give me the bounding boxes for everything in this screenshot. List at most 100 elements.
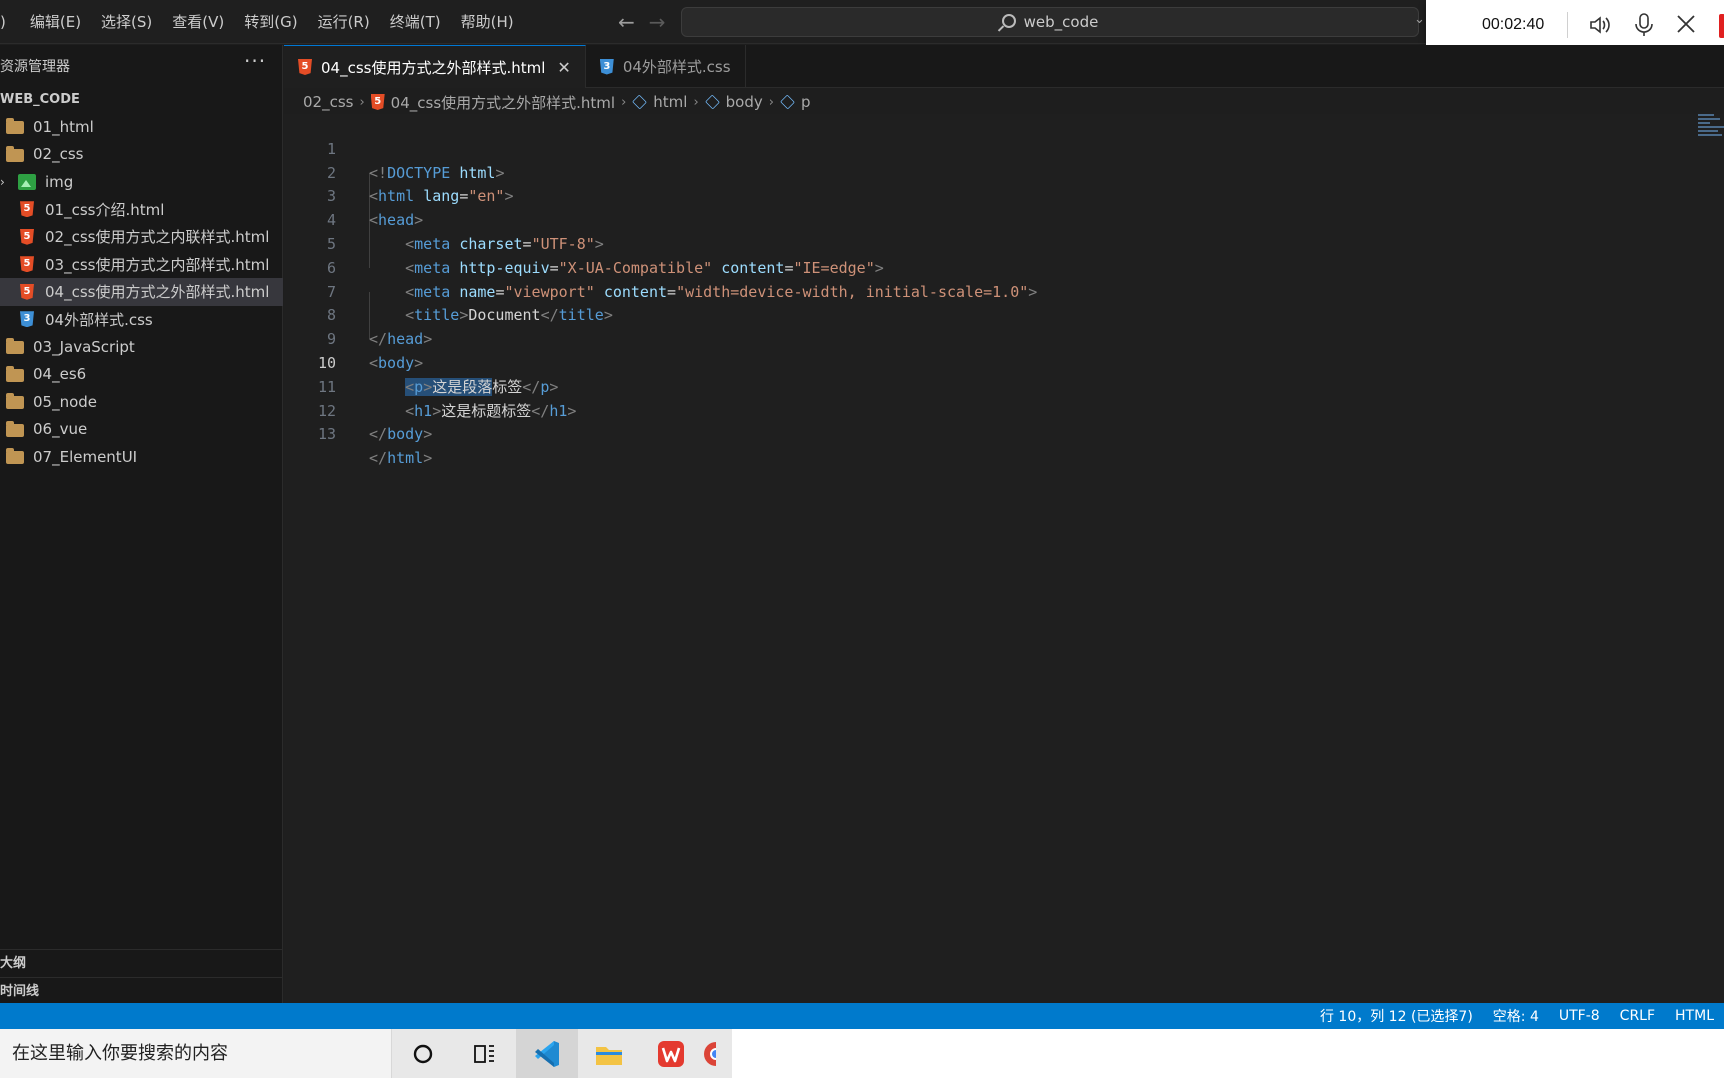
explorer-sidebar: 资源管理器 ··· WEB_CODE 01_html 02_css › img …	[0, 45, 283, 1003]
tab-04-external-html[interactable]: 5 04_css使用方式之外部样式.html ✕	[284, 45, 586, 88]
tree-folder-07-elementui[interactable]: 07_ElementUI	[0, 443, 283, 471]
html-file-icon: 5	[370, 94, 385, 110]
divider	[1567, 12, 1568, 38]
element-cube-icon	[780, 94, 795, 110]
sidebar-title: 资源管理器	[0, 59, 70, 75]
close-icon[interactable]: ✕	[557, 58, 570, 77]
tree-item-label: 05_node	[33, 392, 98, 411]
chrome-icon[interactable]	[702, 1029, 732, 1078]
chevron-right-icon: ›	[768, 94, 774, 110]
tree-item-label: 02_css使用方式之内联样式.html	[45, 228, 270, 247]
css-file-icon: 3	[18, 311, 36, 328]
tree-item-label: 06_vue	[33, 420, 88, 439]
breadcrumb-file[interactable]: 04_css使用方式之外部样式.html	[391, 92, 615, 113]
eol-setting[interactable]: CRLF	[1610, 1008, 1665, 1024]
folder-icon	[6, 393, 24, 410]
menu-help[interactable]: 帮助(H)	[451, 0, 524, 44]
tab-label: 04_css使用方式之外部样式.html	[321, 58, 546, 77]
windows-taskbar: 在这里输入你要搜索的内容	[0, 1029, 1724, 1078]
code-text: </html>	[369, 449, 433, 468]
command-center[interactable]: web_code	[681, 7, 1419, 37]
folder-icon	[6, 118, 24, 135]
command-center-label: web_code	[1023, 13, 1099, 31]
encoding-setting[interactable]: UTF-8	[1549, 1008, 1610, 1024]
chevron-down-icon[interactable]: ⌄	[1414, 12, 1425, 27]
indentation-setting[interactable]: 空格: 4	[1483, 1006, 1549, 1026]
task-view-icon[interactable]	[454, 1029, 516, 1078]
more-actions-icon[interactable]: ···	[244, 49, 266, 73]
code-line: 2 <html lang="en">	[284, 138, 1724, 206]
language-mode[interactable]: HTML	[1665, 1008, 1724, 1024]
vscode-icon[interactable]	[516, 1029, 578, 1078]
tree-file-02-inline[interactable]: 5 02_css使用方式之内联样式.html	[0, 223, 283, 251]
chevron-right-icon: ›	[0, 174, 5, 189]
record-indicator[interactable]	[1719, 14, 1724, 38]
timeline-section-header[interactable]: 时间线	[0, 977, 283, 1005]
menu-edit[interactable]: 编辑(E)	[20, 0, 91, 44]
menu-terminal[interactable]: 终端(T)	[380, 0, 451, 44]
cursor-position[interactable]: 行 10，列 12 (已选择7)	[1310, 1006, 1483, 1026]
folder-open-icon	[6, 145, 24, 162]
taskbar-search-box[interactable]: 在这里输入你要搜索的内容	[0, 1029, 392, 1078]
speaker-icon[interactable]	[1588, 13, 1612, 37]
code-line: 9 <body>	[284, 304, 1724, 372]
tree-item-label: 03_JavaScript	[33, 337, 135, 356]
tree-file-04-external[interactable]: 5 04_css使用方式之外部样式.html	[0, 278, 283, 306]
menu-bar: ) 编辑(E) 选择(S) 查看(V) 转到(G) 运行(R) 终端(T) 帮助…	[0, 0, 524, 44]
wps-office-icon[interactable]	[640, 1029, 702, 1078]
breadcrumb-folder[interactable]: 02_css	[303, 93, 353, 111]
menu-run[interactable]: 运行(R)	[308, 0, 380, 44]
code-line: 4 <meta charset="UTF-8">	[284, 185, 1724, 253]
workspace-title[interactable]: WEB_CODE	[0, 92, 80, 107]
code-line: 5 <meta http-equiv="X-UA-Compatible" con…	[284, 209, 1724, 277]
taskbar-apps	[392, 1029, 732, 1078]
breadcrumb-p[interactable]: p	[801, 93, 811, 111]
breadcrumb-html[interactable]: html	[653, 93, 687, 111]
folder-icon	[6, 365, 24, 382]
cortana-icon[interactable]	[392, 1029, 454, 1078]
code-line: 11 <h1>这是标题标签</h1>	[284, 352, 1724, 420]
tree-file-03-internal[interactable]: 5 03_css使用方式之内部样式.html	[0, 251, 283, 279]
tree-folder-03-javascript[interactable]: 03_JavaScript	[0, 333, 283, 361]
tree-folder-04-es6[interactable]: 04_es6	[0, 361, 283, 389]
editor-tabs: 5 04_css使用方式之外部样式.html ✕ 3 04外部样式.css	[284, 45, 1724, 88]
code-line: 6 <meta name="viewport" content="width=d…	[284, 233, 1724, 301]
tree-file-01-css-intro[interactable]: 5 01_css介绍.html	[0, 196, 283, 224]
element-cube-icon	[704, 94, 720, 110]
folder-icon	[6, 420, 24, 437]
chevron-right-icon: ›	[359, 94, 365, 110]
tab-04-external-css[interactable]: 3 04外部样式.css	[586, 45, 746, 88]
tree-folder-img[interactable]: › img	[0, 168, 283, 196]
menu-go[interactable]: 转到(G)	[234, 0, 307, 44]
tree-item-label: 04_css使用方式之外部样式.html	[45, 283, 270, 302]
html-file-icon: 5	[18, 283, 36, 300]
tree-folder-05-node[interactable]: 05_node	[0, 388, 283, 416]
menu-file[interactable]: )	[0, 0, 20, 44]
status-bar-right: 行 10，列 12 (已选择7) 空格: 4 UTF-8 CRLF HTML	[1310, 1003, 1724, 1029]
tree-item-label: 01_html	[33, 117, 94, 136]
menu-view[interactable]: 查看(V)	[162, 0, 234, 44]
breadcrumb: 02_css › 5 04_css使用方式之外部样式.html › html ›…	[303, 90, 811, 114]
tree-folder-02-css[interactable]: 02_css	[0, 141, 283, 169]
tree-item-label: 02_css	[33, 145, 84, 164]
forward-arrow-icon[interactable]: →	[649, 10, 666, 34]
back-arrow-icon[interactable]: ←	[618, 10, 635, 34]
tree-folder-01-html[interactable]: 01_html	[0, 113, 283, 141]
code-editor[interactable]: 1 <!DOCTYPE html> 2 <html lang="en"> 3 <…	[284, 114, 1724, 1003]
file-explorer-icon[interactable]	[578, 1029, 640, 1078]
html-file-icon: 5	[18, 256, 36, 273]
close-icon[interactable]	[1674, 12, 1698, 36]
code-line: 7 <title>Document</title>	[284, 257, 1724, 325]
minimap[interactable]	[1698, 114, 1724, 144]
search-icon	[1001, 13, 1016, 28]
code-line: 13 </html>	[284, 400, 1724, 467]
tree-file-04-css[interactable]: 3 04外部样式.css	[0, 306, 283, 334]
tree-folder-06-vue[interactable]: 06_vue	[0, 416, 283, 444]
microphone-icon[interactable]	[1632, 12, 1656, 38]
outline-section-header[interactable]: 大纲	[0, 949, 283, 977]
chevron-right-icon: ›	[693, 94, 699, 110]
breadcrumb-body[interactable]: body	[726, 93, 763, 111]
folder-icon	[6, 338, 24, 355]
menu-selection[interactable]: 选择(S)	[91, 0, 162, 44]
chevron-right-icon: ›	[621, 94, 627, 110]
